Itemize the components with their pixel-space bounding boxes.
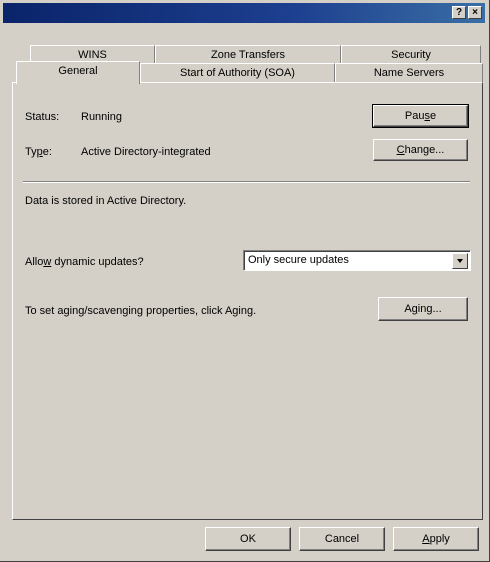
- apply-label: Apply: [422, 533, 450, 545]
- label-part: pply: [429, 533, 450, 545]
- general-tab-panel: Status: Running Pause Type: Active Direc…: [12, 82, 483, 520]
- apply-button[interactable]: Apply: [393, 527, 479, 551]
- tab-label: General: [58, 65, 98, 77]
- tab-zone-transfers[interactable]: Zone Transfers: [155, 45, 341, 65]
- tab-label: Security: [391, 49, 431, 61]
- ok-button[interactable]: OK: [205, 527, 291, 551]
- aging-button-label: Aging...: [404, 303, 441, 315]
- close-button[interactable]: ×: [468, 6, 482, 19]
- tab-name-servers[interactable]: Name Servers: [335, 63, 483, 83]
- title-bar: ? ×: [3, 3, 485, 23]
- label-part: e: [429, 110, 437, 122]
- help-icon: ?: [455, 7, 463, 18]
- dynamic-updates-select[interactable]: Only secure updates: [243, 250, 471, 271]
- label-part: dynamic updates?: [51, 256, 144, 268]
- dynamic-updates-label: Allow dynamic updates?: [25, 256, 144, 268]
- status-label: Status:: [25, 111, 60, 123]
- storage-text: Data is stored in Active Directory.: [25, 195, 187, 207]
- status-value: Running: [81, 111, 122, 123]
- pause-button-label: Pause: [405, 110, 436, 122]
- aging-button[interactable]: Aging...: [378, 297, 468, 321]
- mnemonic-char: A: [422, 533, 430, 545]
- zone-properties-dialog: ? × WINS Zone Transfers Security General…: [0, 0, 490, 562]
- change-button[interactable]: Change...: [373, 139, 468, 161]
- mnemonic-char: C: [396, 144, 405, 156]
- tab-label: Zone Transfers: [211, 49, 285, 61]
- aging-text: To set aging/scavenging properties, clic…: [25, 305, 257, 317]
- tab-label: Name Servers: [373, 67, 445, 79]
- label-part: Allo: [25, 256, 44, 268]
- dynamic-updates-value: Only secure updates: [248, 254, 349, 266]
- tab-label: WINS: [78, 49, 107, 61]
- separator: [23, 181, 470, 183]
- tab-general[interactable]: General: [16, 61, 140, 84]
- type-label: Type:: [25, 146, 52, 158]
- ok-label: OK: [240, 533, 256, 545]
- label-part: A: [404, 303, 412, 315]
- chevron-down-icon[interactable]: [452, 253, 468, 269]
- label-part: Ty: [25, 146, 37, 158]
- tab-label: Start of Authority (SOA): [180, 67, 295, 79]
- cancel-label: Cancel: [324, 533, 360, 545]
- label-part: e:: [42, 146, 52, 158]
- tab-start-of-authority[interactable]: Start of Authority (SOA): [140, 63, 335, 83]
- tab-security[interactable]: Security: [341, 45, 481, 65]
- label-part: hange...: [404, 144, 445, 156]
- label-part: ing...: [417, 303, 442, 315]
- type-value: Active Directory-integrated: [81, 146, 211, 158]
- close-icon: ×: [472, 7, 478, 18]
- change-button-label: Change...: [397, 144, 445, 156]
- label-part: Pau: [404, 110, 425, 122]
- cancel-button[interactable]: Cancel: [299, 527, 385, 551]
- help-button[interactable]: ?: [452, 6, 466, 19]
- pause-button[interactable]: Pause: [372, 104, 469, 128]
